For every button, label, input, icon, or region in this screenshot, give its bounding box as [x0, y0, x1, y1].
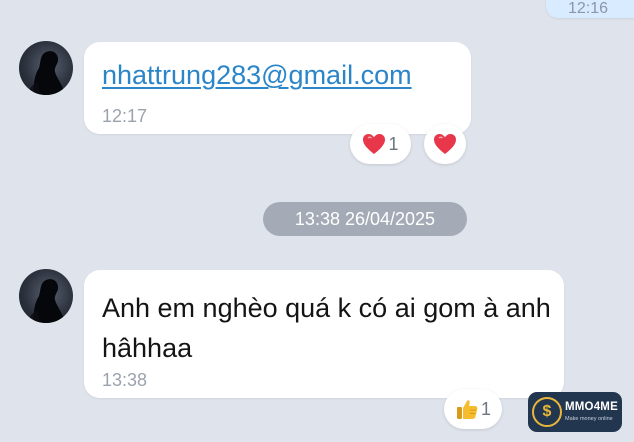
add-reaction-heart-button[interactable]	[424, 124, 466, 164]
message-time: 13:38	[102, 370, 148, 390]
reaction-thumbs-up-count[interactable]: 1	[444, 389, 502, 429]
message-time: 12:16	[568, 0, 609, 17]
message-time: 12:17	[102, 106, 148, 126]
watermark-tagline: Make money online	[565, 416, 613, 422]
outgoing-message-bubble[interactable]: 12:16	[546, 0, 634, 18]
dollar-coin-icon: $	[532, 397, 562, 427]
message-text: Anh em nghèo quá k có ai gom à anh hâhha…	[102, 293, 551, 363]
reaction-heart-count[interactable]: 1	[350, 124, 411, 164]
avatar[interactable]	[19, 269, 73, 323]
heart-icon	[362, 133, 386, 155]
incoming-message-bubble[interactable]: nhattrung283@gmail.com 12:17	[84, 42, 471, 134]
date-separator: 13:38 26/04/2025	[263, 202, 467, 236]
reaction-count: 1	[480, 398, 491, 419]
avatar[interactable]	[19, 41, 73, 95]
watermark-name: MMO4ME	[565, 401, 618, 413]
chat-thread: 12:16 nhattrung283@gmail.com 12:17 1 13:…	[0, 0, 634, 442]
incoming-message-bubble[interactable]: Anh em nghèo quá k có ai gom à anh hâhha…	[84, 270, 564, 398]
email-link[interactable]: nhattrung283@gmail.com	[102, 60, 412, 91]
thumbs-up-icon	[455, 397, 479, 421]
heart-icon	[433, 133, 457, 155]
reaction-count: 1	[388, 133, 399, 154]
mmo4me-watermark-logo: $ MMO4ME Make money online	[528, 392, 622, 432]
